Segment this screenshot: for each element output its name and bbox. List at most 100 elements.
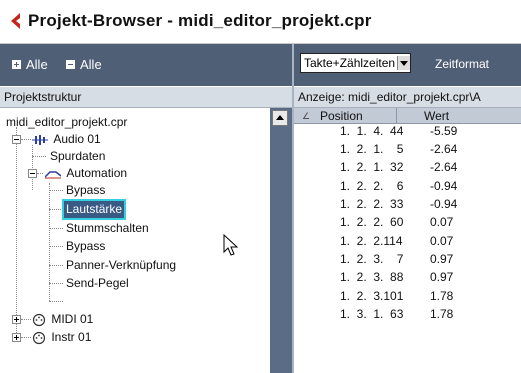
table-row[interactable]: 1. 3. 1. 63 1.78 [294, 307, 521, 322]
position-cell[interactable]: 1. 2. 2. 33 [340, 197, 403, 212]
tree-item-automation[interactable]: Automation [44, 165, 129, 182]
value-cell[interactable]: -2.64 [430, 160, 457, 175]
tree-item-bypass[interactable]: Bypass [64, 182, 107, 199]
table-row[interactable]: 1. 2. 2. 6 -0.94 [294, 179, 521, 194]
instrument-track-icon [32, 331, 46, 344]
tree-item-label: Send-Pegel [66, 276, 129, 290]
tree-item-panner-verknuepfung[interactable]: Panner-Verknüpfung [64, 257, 178, 274]
position-cell[interactable]: 1. 2. 2. 6 [340, 179, 403, 194]
scroll-up-arrow-icon[interactable] [272, 110, 288, 126]
position-cell[interactable]: 1. 2. 2. 60 [340, 215, 403, 230]
time-format-select[interactable]: Takte+Zählzeiten [300, 53, 412, 73]
position-cell[interactable]: 1. 2. 1. 5 [340, 142, 403, 157]
position-cell[interactable]: 1. 2. 3.101 [340, 289, 403, 304]
value-cell[interactable]: 0.07 [430, 215, 453, 230]
tree-item-label: Audio 01 [53, 132, 101, 146]
value-cell[interactable]: 1.78 [430, 289, 453, 304]
value-cell[interactable]: -2.64 [430, 142, 457, 157]
table-row[interactable]: 1. 2. 3. 88 0.97 [294, 270, 521, 285]
tree-item-label: Instr 01 [51, 330, 92, 344]
tree-connector [37, 173, 43, 174]
chevron-down-icon[interactable] [397, 56, 411, 70]
tree-item-stummschalten[interactable]: Stummschalten [64, 220, 151, 237]
tree-connector [32, 145, 33, 190]
position-cell[interactable]: 1. 2. 1. 32 [340, 160, 403, 175]
automation-icon [44, 171, 62, 179]
tree-item-label: MIDI 01 [51, 312, 94, 326]
table-row[interactable]: 1. 2. 1. 5 -2.64 [294, 142, 521, 157]
window-title: Projekt-Browser - midi_editor_projekt.cp… [28, 11, 372, 30]
title-bar: Projekt-Browser - midi_editor_projekt.cp… [0, 0, 521, 44]
tree-item-audio-01[interactable]: Audio 01 [32, 131, 103, 148]
tree-item-midi-01[interactable]: MIDI 01 [32, 311, 95, 328]
position-cell[interactable]: 1. 1. 4. 44 [340, 124, 403, 139]
table-row[interactable]: 1. 2. 2.114 0.07 [294, 234, 521, 249]
mouse-pointer-icon [223, 234, 239, 256]
position-cell[interactable]: 1. 2. 3. 7 [340, 252, 403, 267]
column-header-position[interactable]: Position [320, 108, 363, 124]
table-row[interactable]: 1. 2. 3. 7 0.97 [294, 252, 521, 267]
event-list-column-header: ∠ Position Wert [294, 108, 521, 124]
expand-all-button[interactable]: Alle [12, 57, 48, 72]
position-cell[interactable]: 1. 3. 1. 63 [340, 307, 403, 322]
time-format-value: Takte+Zählzeiten [304, 56, 396, 70]
tree-connector [21, 337, 31, 338]
tree-connector [49, 283, 63, 284]
tree-item-project[interactable]: midi_editor_projekt.cpr [4, 114, 129, 131]
tree-connector [49, 246, 63, 247]
table-row[interactable]: 1. 1. 4. 44 -5.59 [294, 124, 521, 139]
tree-item-label: Stummschalten [66, 221, 149, 235]
table-row[interactable]: 1. 2. 2. 60 0.07 [294, 215, 521, 230]
expand-instr-toggle[interactable] [12, 333, 21, 342]
time-format-label: Zeitformat [435, 57, 490, 71]
tree-connector [49, 209, 63, 210]
tree-scrollbar[interactable] [270, 108, 292, 373]
display-path: Anzeige: midi_editor_projekt.cpr\A [294, 87, 521, 108]
midi-track-icon [32, 313, 46, 326]
table-row[interactable]: 1. 2. 1. 32 -2.64 [294, 160, 521, 175]
tree-item-lautstaerke[interactable]: Lautstärke [61, 199, 127, 220]
value-cell[interactable]: 1.78 [430, 307, 453, 322]
tree-item-label: midi_editor_projekt.cpr [6, 115, 128, 129]
expand-midi-toggle[interactable] [12, 315, 21, 324]
tree-connector [49, 265, 63, 266]
tree-item-label: Bypass [66, 183, 106, 197]
minus-box-icon [66, 60, 75, 69]
tree-connector [49, 190, 63, 191]
value-cell[interactable]: 0.97 [430, 270, 453, 285]
value-cell[interactable]: -0.94 [430, 197, 457, 212]
right-toolbar: Takte+Zählzeiten Zeitformat [294, 44, 521, 86]
collapse-all-label: Alle [80, 57, 102, 72]
sort-indicator-icon[interactable]: ∠ [302, 108, 310, 124]
position-cell[interactable]: 1. 2. 2.114 [340, 234, 403, 249]
expand-all-label: Alle [26, 57, 48, 72]
table-row[interactable]: 1. 2. 3.101 1.78 [294, 289, 521, 304]
collapse-automation-toggle[interactable] [28, 169, 37, 178]
table-row[interactable]: 1. 2. 2. 33 -0.94 [294, 197, 521, 212]
value-cell[interactable]: 0.07 [430, 234, 453, 249]
tree-connector [21, 319, 31, 320]
tree-item-bypass-2[interactable]: Bypass [64, 238, 107, 255]
left-toolbar: Alle Alle [0, 44, 292, 86]
project-structure-pane: Alle Alle Projektstruktur midi_editor_pr [0, 44, 292, 373]
cubase-logo-icon [11, 13, 20, 29]
tree-item-send-pegel[interactable]: Send-Pegel [64, 275, 131, 292]
plus-box-icon [12, 60, 21, 69]
tree-item-instr-01[interactable]: Instr 01 [32, 329, 93, 346]
column-header-value[interactable]: Wert [424, 108, 449, 124]
value-cell[interactable]: 0.97 [430, 252, 453, 267]
tree-connector [16, 127, 17, 335]
value-cell[interactable]: -5.59 [430, 124, 457, 139]
position-cell[interactable]: 1. 2. 3. 88 [340, 270, 403, 285]
tree-item-spurdaten[interactable]: Spurdaten [48, 148, 107, 165]
project-structure-header: Projektstruktur [0, 87, 292, 108]
tree-connector [32, 156, 46, 157]
collapse-all-button[interactable]: Alle [66, 57, 102, 72]
column-divider[interactable] [396, 108, 397, 124]
value-cell[interactable]: -0.94 [430, 179, 457, 194]
collapse-audio-toggle[interactable] [12, 135, 21, 144]
audio-track-icon [32, 134, 48, 145]
event-list: 1. 1. 4. 44 -5.59 1. 2. 1. 5 -2.64 1. 2.… [294, 124, 521, 373]
tree-item-label: Panner-Verknüpfung [66, 258, 177, 272]
tree-connector [49, 228, 63, 229]
